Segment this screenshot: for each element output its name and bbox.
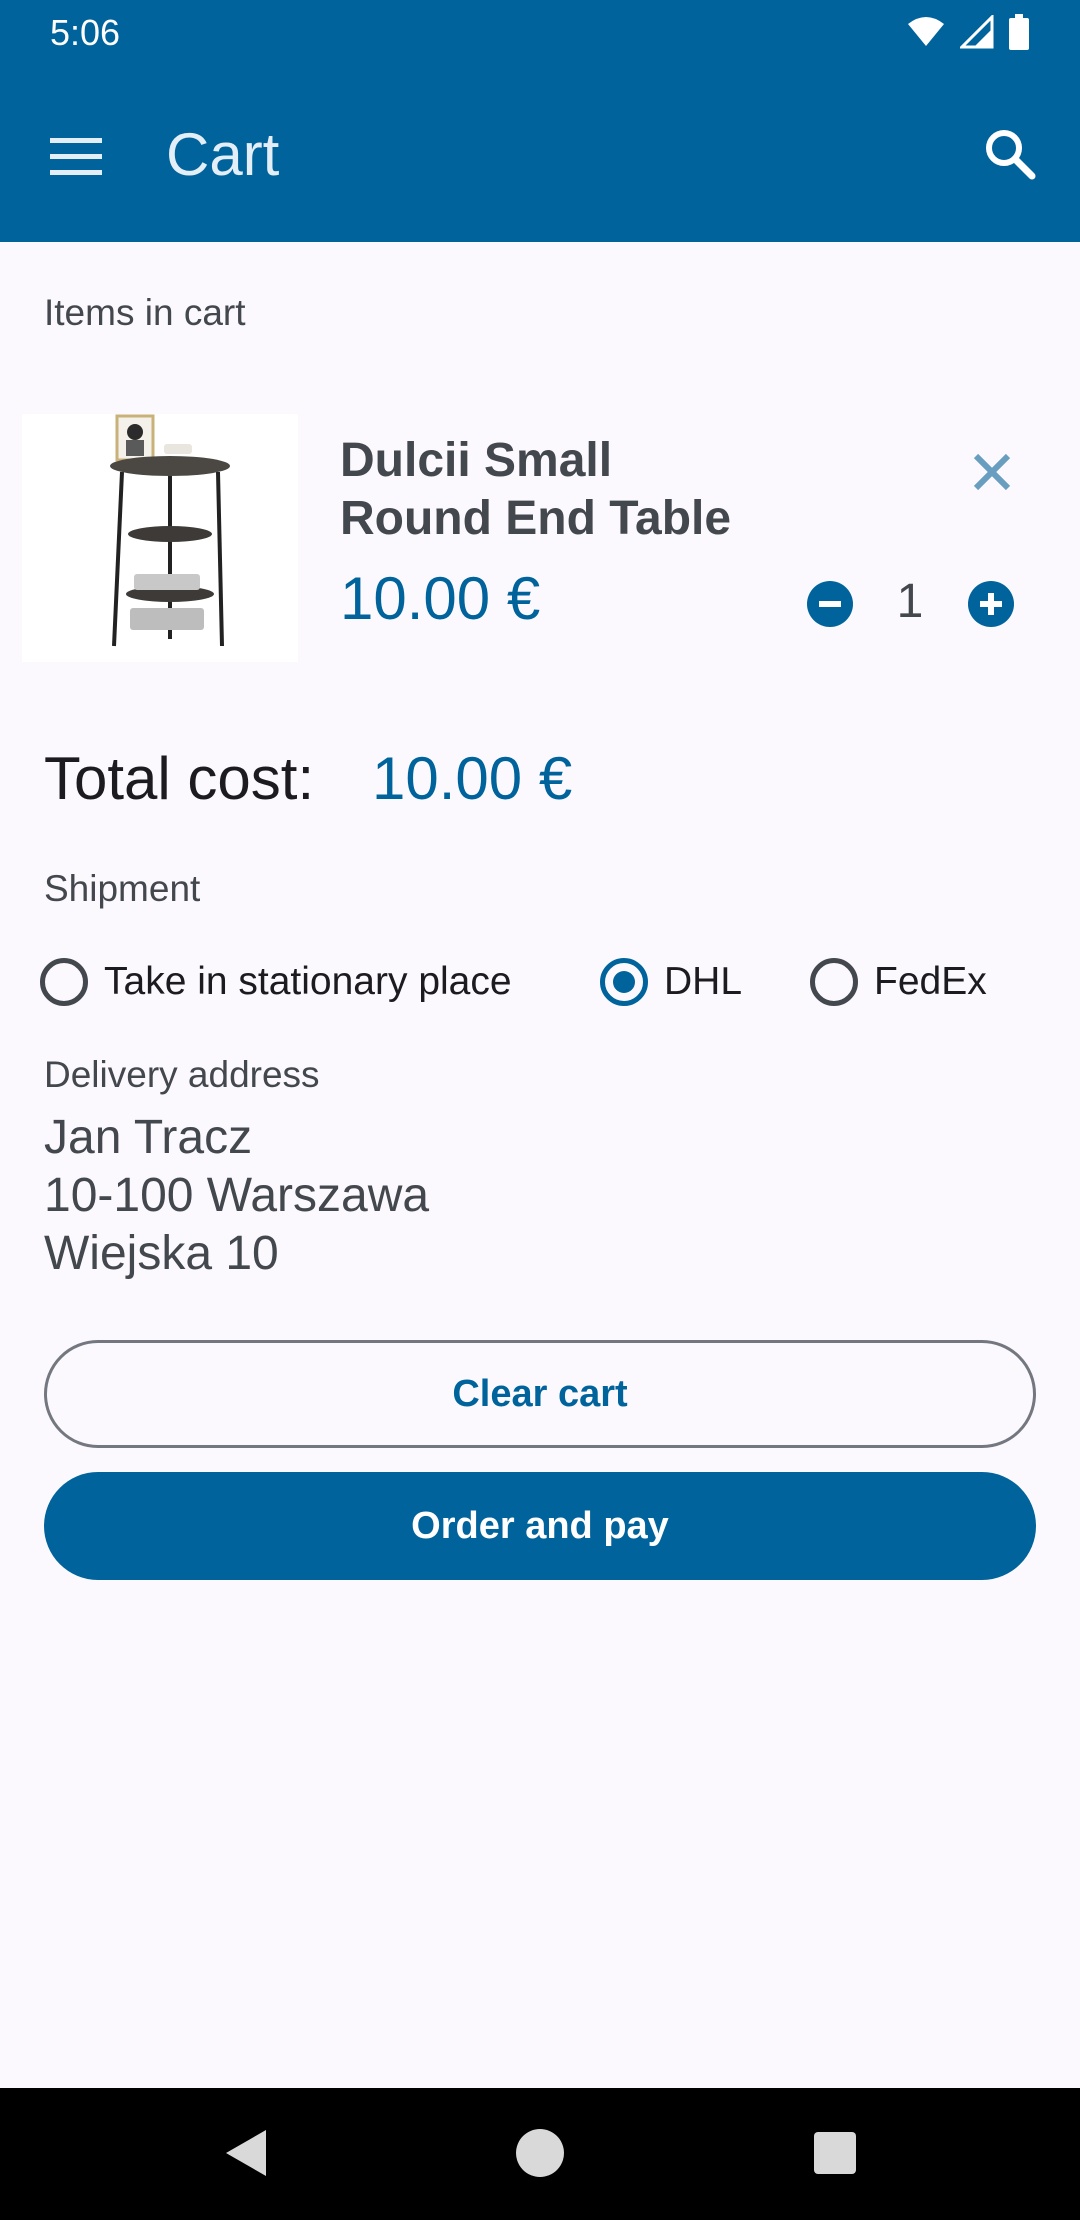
radio-label: DHL — [664, 960, 743, 1003]
order-and-pay-button[interactable]: Order and pay — [44, 1472, 1036, 1580]
page-title: Cart — [166, 121, 280, 188]
signal-icon — [960, 15, 994, 49]
radio-label: FedEx — [874, 960, 987, 1003]
minus-icon — [819, 601, 841, 607]
product-name: Dulcii Small Round End Table — [340, 434, 732, 545]
shipment-option-fedex[interactable]: FedEx — [810, 954, 987, 1010]
increase-quantity-button[interactable] — [968, 581, 1014, 627]
product-image[interactable] — [22, 414, 298, 662]
total-cost-value: 10.00 € — [372, 745, 573, 812]
table-image — [110, 414, 230, 647]
quantity-value: 1 — [896, 575, 924, 628]
search-icon — [986, 130, 1036, 180]
home-icon — [516, 2129, 564, 2177]
top-app-bar: Cart — [0, 64, 1080, 242]
shipment-option-stationary[interactable]: Take in stationary place — [40, 954, 512, 1010]
total-cost-label: Total cost: — [44, 745, 315, 812]
menu-icon — [50, 138, 102, 175]
address-city: 10-100 Warszawa — [44, 1169, 430, 1222]
back-button[interactable] — [220, 2126, 270, 2185]
home-button[interactable] — [515, 2128, 565, 2183]
radio-button[interactable] — [810, 958, 858, 1006]
wifi-icon — [908, 17, 944, 46]
clear-cart-button[interactable]: Clear cart — [44, 1340, 1036, 1448]
recents-icon — [814, 2132, 856, 2174]
delivery-address-label: Delivery address — [44, 1054, 320, 1095]
shipment-label: Shipment — [44, 868, 201, 909]
radio-button[interactable] — [40, 958, 88, 1006]
radio-button-selected[interactable] — [600, 958, 648, 1006]
radio-label: Take in stationary place — [104, 960, 512, 1003]
menu-button[interactable] — [44, 124, 108, 188]
status-icons — [906, 14, 1030, 50]
remove-item-button[interactable] — [964, 444, 1020, 500]
plus-icon — [980, 593, 1002, 615]
battery-icon — [1009, 14, 1029, 50]
items-section-label: Items in cart — [44, 292, 246, 333]
back-icon — [226, 2130, 266, 2176]
recents-button[interactable] — [814, 2132, 856, 2179]
decrease-quantity-button[interactable] — [807, 581, 853, 627]
status-time: 5:06 — [50, 12, 121, 53]
system-navigation-bar — [0, 2088, 1080, 2220]
shipment-option-dhl[interactable]: DHL — [600, 954, 742, 1010]
close-icon — [973, 453, 1011, 491]
address-name: Jan Tracz — [44, 1111, 253, 1164]
address-street: Wiejska 10 — [44, 1227, 279, 1280]
search-button[interactable] — [974, 118, 1046, 190]
status-bar: 5:06 — [0, 0, 1080, 64]
product-price: 10.00 € — [340, 565, 541, 632]
